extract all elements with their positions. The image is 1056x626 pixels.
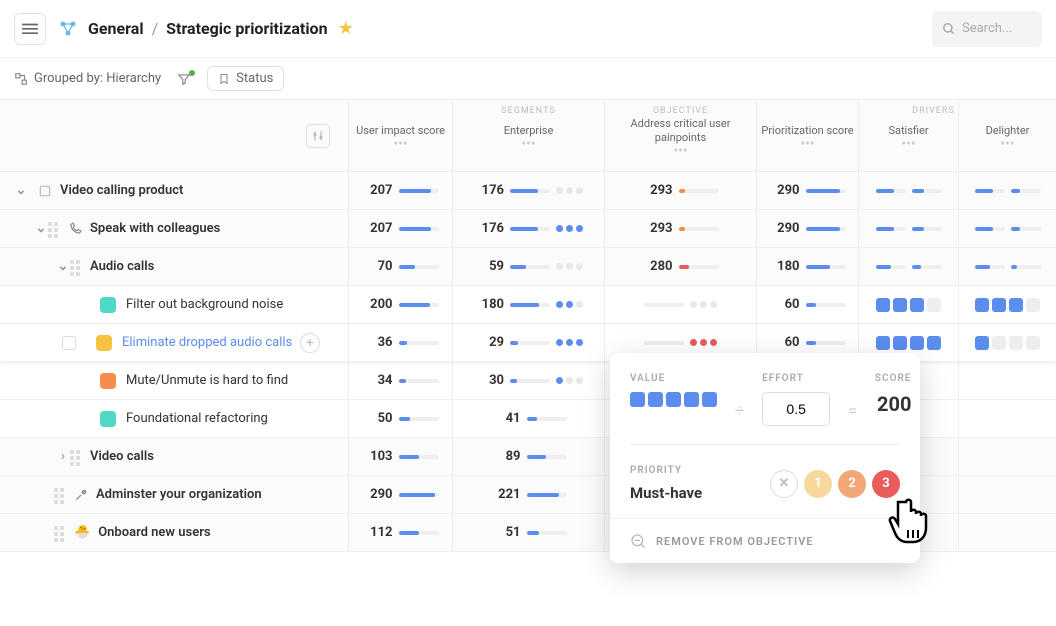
row-name: Video calls <box>90 449 154 464</box>
effort-input[interactable] <box>762 392 830 426</box>
app-logo-icon <box>58 19 78 39</box>
filter-button[interactable] <box>177 72 191 86</box>
priority-clear-button[interactable]: ✕ <box>770 470 798 498</box>
column-menu-icon[interactable]: ••• <box>800 141 814 147</box>
column-header-delighter[interactable]: Delighter ••• <box>959 100 1056 171</box>
row-name: Onboard new users <box>98 525 210 540</box>
funnel-icon <box>177 72 191 86</box>
drag-handle-icon[interactable] <box>70 260 84 274</box>
favorite-star-icon[interactable]: ★ <box>338 18 354 39</box>
row-name: Adminster your organization <box>96 487 262 502</box>
menu-button[interactable] <box>14 13 46 45</box>
table-row[interactable]: Filter out background noise 200 180 60 <box>0 286 1056 324</box>
grouped-by-label: Grouped by: Hierarchy <box>34 71 161 86</box>
grouped-by-control[interactable]: Grouped by: Hierarchy <box>14 71 161 86</box>
table-row[interactable]: ⌄ Audio calls 70 59 280 180 <box>0 248 1056 286</box>
popup-score-value: 200 <box>875 392 912 416</box>
search-input[interactable]: Search... <box>932 11 1042 47</box>
value-squares[interactable] <box>630 392 717 407</box>
search-placeholder: Search... <box>962 21 1012 36</box>
product-icon <box>38 184 52 198</box>
column-menu-icon[interactable]: ••• <box>673 148 687 154</box>
column-header-objective[interactable]: OBJECTIVE Address critical user painpoin… <box>605 100 757 171</box>
column-menu-icon[interactable]: ••• <box>521 141 535 147</box>
onboard-icon: 🐣 <box>74 525 90 540</box>
search-icon <box>942 22 956 36</box>
status-square-icon <box>100 373 116 389</box>
chevron-down-icon[interactable]: ⌄ <box>56 259 70 274</box>
breadcrumb: General / Strategic prioritization <box>88 19 328 38</box>
remove-icon <box>630 533 646 549</box>
row-name: Speak with colleagues <box>90 221 220 236</box>
bookmark-icon <box>218 73 230 85</box>
chevron-down-icon[interactable]: ⌄ <box>34 221 48 236</box>
status-label: Status <box>236 71 273 86</box>
row-name: Audio calls <box>90 259 154 274</box>
breadcrumb-root[interactable]: General <box>88 19 144 38</box>
status-filter-chip[interactable]: Status <box>207 66 284 91</box>
drag-handle-icon[interactable] <box>70 450 84 464</box>
row-name: Mute/Unmute is hard to find <box>126 373 288 388</box>
hierarchy-icon <box>14 72 28 86</box>
equals-icon: = <box>848 401 857 426</box>
table-row[interactable]: ⌄ Speak with colleagues 207 176 293 290 <box>0 210 1056 248</box>
status-square-icon <box>100 297 116 313</box>
row-name[interactable]: Eliminate dropped audio calls <box>122 335 292 350</box>
status-square-icon <box>96 335 112 351</box>
column-menu-icon[interactable]: ••• <box>1000 141 1014 147</box>
popup-priority-value: Must-have <box>630 484 702 502</box>
divide-icon: ÷ <box>735 401 744 426</box>
row-name: Foundational refactoring <box>126 411 268 426</box>
status-square-icon <box>100 411 116 427</box>
chevron-down-icon[interactable]: ⌄ <box>14 183 28 198</box>
popup-value-label: VALUE <box>630 373 717 384</box>
column-menu-icon[interactable]: ••• <box>393 141 407 147</box>
column-header-impact[interactable]: User impact score ••• <box>349 100 453 171</box>
tools-icon <box>74 488 88 502</box>
phone-icon <box>68 222 82 236</box>
popup-priority-label: PRIORITY <box>630 465 702 476</box>
priority-2-button[interactable]: 2 <box>838 470 866 498</box>
drag-handle-icon[interactable] <box>54 526 68 540</box>
drag-handle-icon[interactable] <box>54 488 68 502</box>
column-header-satisfier[interactable]: DRIVERS Satisfier ••• <box>859 100 959 171</box>
column-settings-button[interactable] <box>306 124 330 148</box>
remove-from-objective-button[interactable]: REMOVE FROM OBJECTIVE <box>610 518 920 563</box>
row-name: Video calling product <box>60 183 183 198</box>
column-menu-icon[interactable]: ••• <box>901 141 915 147</box>
priority-1-button[interactable]: 1 <box>804 470 832 498</box>
chevron-right-icon[interactable]: › <box>56 449 70 464</box>
table-row[interactable]: ⌄ Video calling product 207 176 293 290 <box>0 172 1056 210</box>
popup-effort-label: EFFORT <box>762 373 830 384</box>
drag-handle-icon[interactable] <box>48 222 62 236</box>
add-button[interactable]: + <box>300 333 320 353</box>
column-header-enterprise[interactable]: SEGMENTS Enterprise ••• <box>453 100 605 171</box>
priority-3-button[interactable]: 3 <box>872 470 900 498</box>
row-checkbox[interactable] <box>62 336 76 350</box>
prioritization-popup: VALUE ÷ EFFORT = SCORE 200 PRIORITY Must… <box>610 353 920 563</box>
row-name: Filter out background noise <box>126 297 283 312</box>
popup-score-label: SCORE <box>875 373 912 384</box>
breadcrumb-page[interactable]: Strategic prioritization <box>166 19 327 38</box>
